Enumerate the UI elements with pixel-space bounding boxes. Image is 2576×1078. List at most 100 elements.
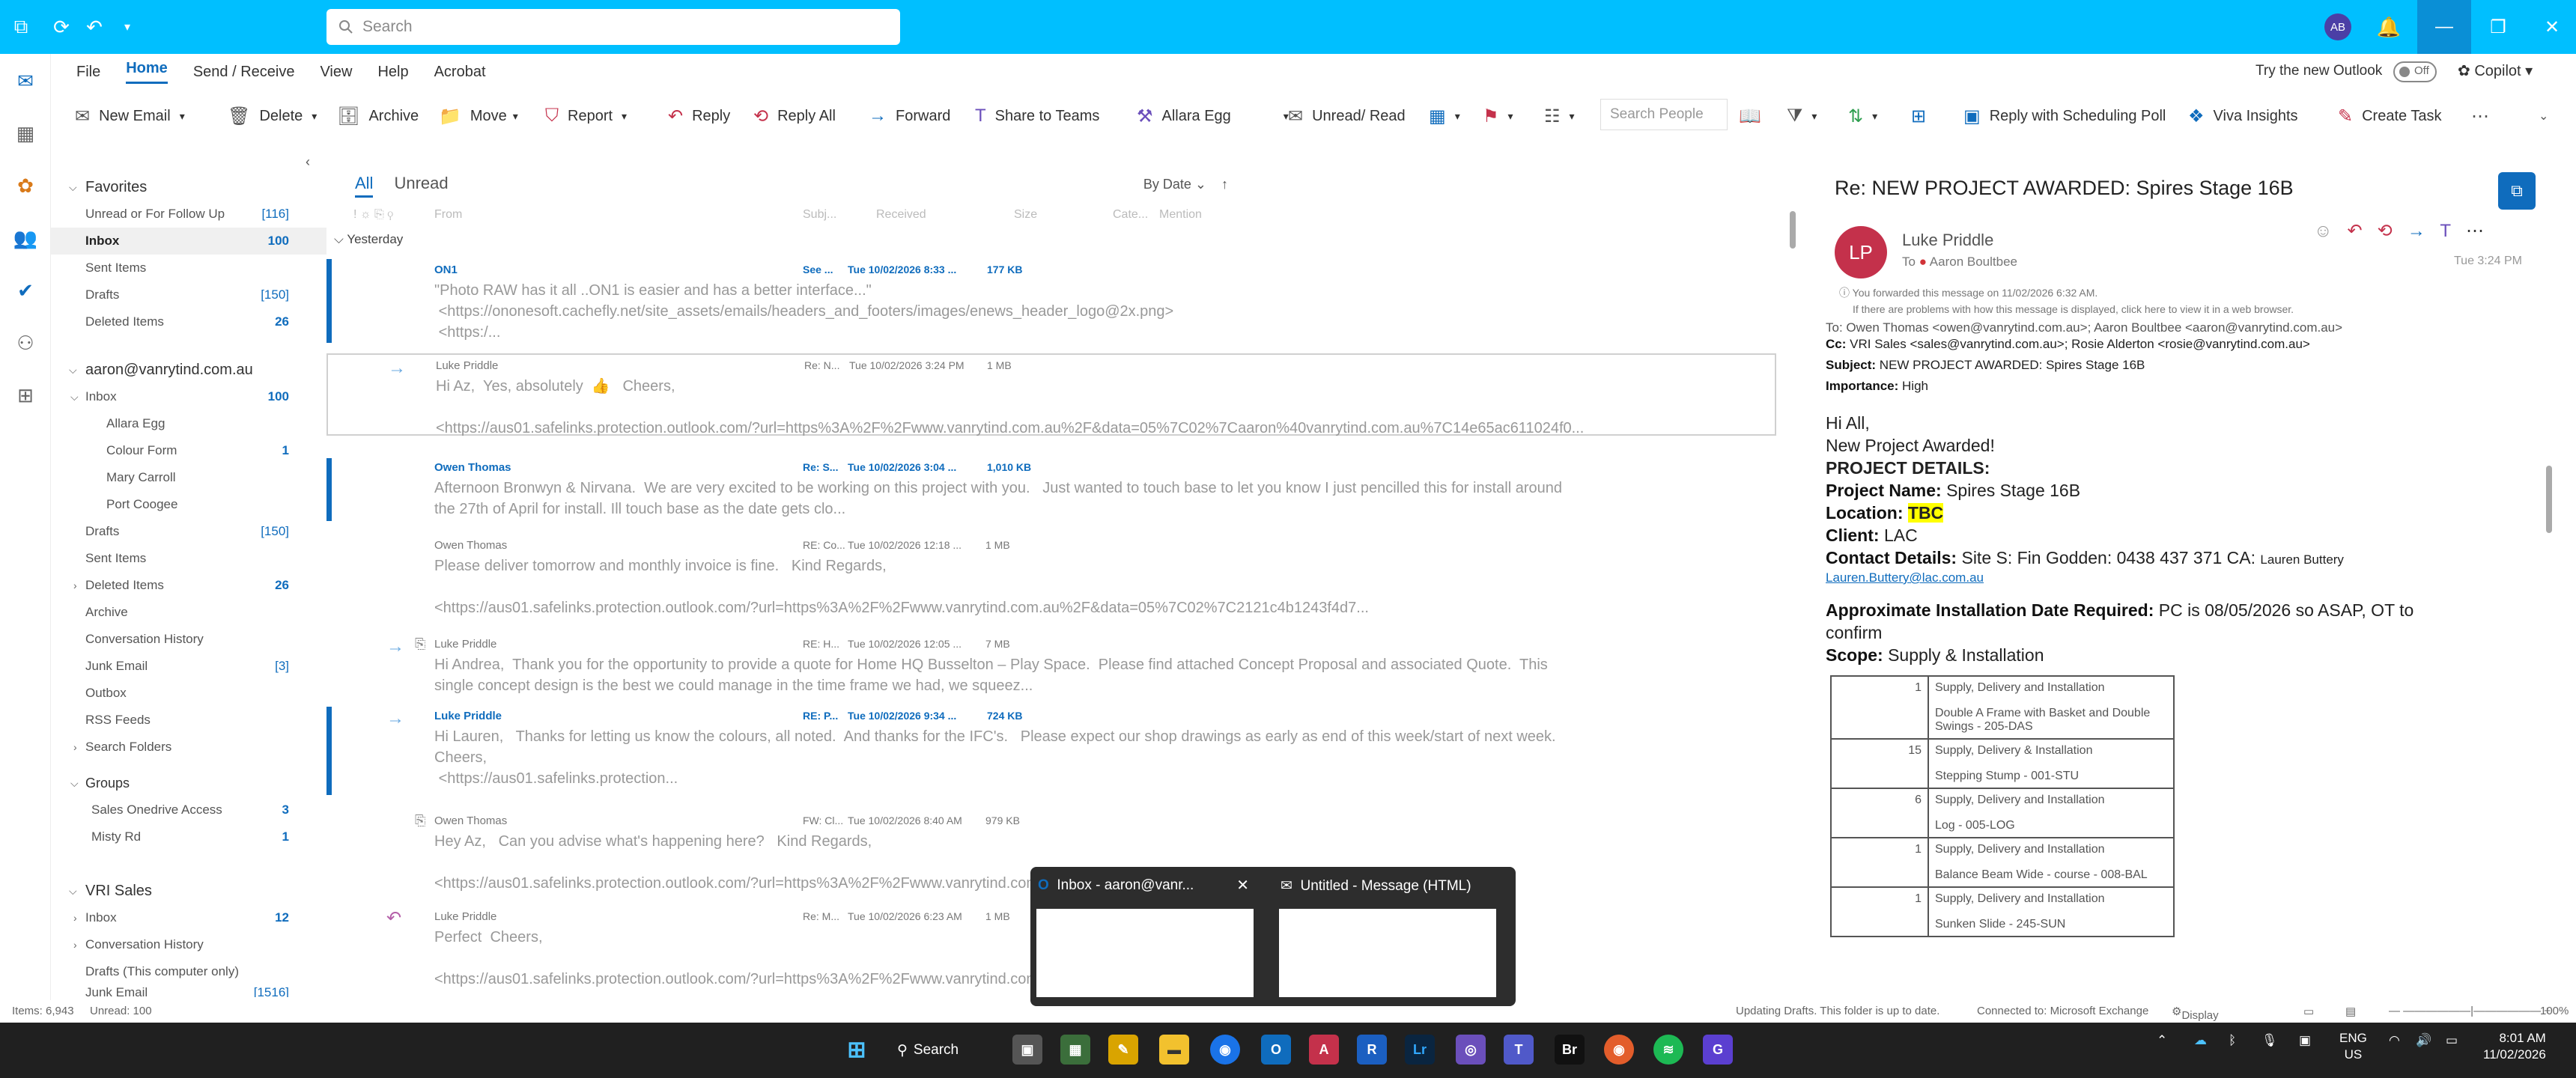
column-from[interactable]: From bbox=[434, 208, 462, 222]
rules-button[interactable]: ☷ ▾ bbox=[1544, 97, 1575, 135]
folder-sent-favorite[interactable]: Sent Items bbox=[51, 255, 326, 281]
column-received[interactable]: Received bbox=[876, 208, 926, 222]
language-indicator[interactable]: ENG US bbox=[2339, 1030, 2367, 1063]
close-button[interactable]: ✕ bbox=[2525, 0, 2576, 54]
create-task-button[interactable]: ✎ Create Task bbox=[2338, 97, 2441, 135]
lightroom-icon[interactable]: Lr bbox=[1405, 1035, 1435, 1065]
people-icon[interactable]: 👥 bbox=[10, 223, 40, 253]
customize-qat-icon[interactable]: ▾ bbox=[114, 13, 141, 40]
teams-icon[interactable]: T bbox=[2440, 221, 2451, 241]
vri-junk[interactable]: Junk Email [1516] bbox=[51, 982, 326, 997]
column-categories[interactable]: Cate... bbox=[1113, 208, 1148, 222]
list-item[interactable]: Owen Thomas Re: S... Tue 10/02/2026 3:04… bbox=[326, 458, 1779, 521]
calculator-icon[interactable]: ▦ bbox=[1060, 1035, 1090, 1065]
recipient-name[interactable]: Aaron Boultbee bbox=[1930, 255, 2017, 269]
sender-name[interactable]: Luke Priddle bbox=[1902, 231, 1993, 250]
group-misty-rd[interactable]: Misty Rd 1 bbox=[51, 823, 326, 850]
more-icon[interactable]: ⋯ bbox=[2466, 221, 2484, 241]
display-settings[interactable]: ⚙ Display Settings bbox=[2172, 1005, 2223, 1035]
tab-home[interactable]: Home bbox=[126, 60, 168, 84]
restore-button[interactable]: ❐ bbox=[2471, 0, 2525, 54]
folder-archive[interactable]: Archive bbox=[51, 599, 326, 626]
folder-port-coogee[interactable]: Port Coogee bbox=[51, 491, 326, 518]
folder-conversation-history[interactable]: Conversation History bbox=[51, 626, 326, 653]
start-icon[interactable]: ⊞ bbox=[842, 1035, 872, 1065]
org-explorer-icon[interactable]: ⚇ bbox=[10, 328, 40, 358]
sync-icon[interactable]: ⟳ bbox=[48, 13, 75, 40]
bluetooth-icon[interactable]: ᛒ bbox=[2229, 1033, 2236, 1048]
column-size[interactable]: Size bbox=[1014, 208, 1037, 222]
folder-drafts-favorite[interactable]: Drafts [150] bbox=[51, 281, 326, 308]
undo-icon[interactable]: ↶ bbox=[81, 13, 108, 40]
folder-inbox-favorite[interactable]: Inbox 100 bbox=[51, 228, 326, 255]
search-input[interactable]: Search bbox=[326, 9, 900, 45]
folder-search-folders[interactable]: › Search Folders bbox=[51, 734, 326, 761]
copilot-icon[interactable]: ✿ bbox=[10, 171, 40, 201]
favorites-header[interactable]: ⌵ Favorites bbox=[51, 174, 326, 201]
report-button[interactable]: ⛉ Report ▾ bbox=[545, 97, 627, 135]
group-header[interactable]: ⌵ Yesterday bbox=[334, 232, 403, 247]
folder-mary-carroll[interactable]: Mary Carroll bbox=[51, 464, 326, 491]
vri-inbox[interactable]: › Inbox 12 bbox=[51, 904, 326, 931]
zoom-slider[interactable]: — ——————|—————— + bbox=[2389, 1005, 2551, 1017]
spotify-icon[interactable]: ≋ bbox=[1653, 1035, 1683, 1065]
column-mention[interactable]: Mention bbox=[1159, 208, 1202, 222]
folder-deleted-favorite[interactable]: Deleted Items 26 bbox=[51, 308, 326, 335]
folder-junk[interactable]: Junk Email [3] bbox=[51, 653, 326, 680]
categorize-button[interactable]: ▦ ▾ bbox=[1429, 97, 1460, 135]
teams-icon[interactable]: T bbox=[1504, 1035, 1534, 1065]
vri-sales-header[interactable]: ⌵ VRI Sales bbox=[51, 877, 326, 904]
address-book-button[interactable]: 📖 bbox=[1739, 97, 1770, 135]
folder-rss[interactable]: RSS Feeds bbox=[51, 707, 326, 734]
vri-conversation-history[interactable]: › Conversation History bbox=[51, 931, 326, 958]
list-item[interactable]: ON1 See ... Tue 10/02/2026 8:33 ... 177 … bbox=[326, 259, 1779, 343]
vri-drafts[interactable]: Drafts (This computer only) bbox=[51, 958, 326, 985]
reply-icon[interactable]: ↶ bbox=[2348, 221, 2363, 241]
list-item[interactable]: → Luke Priddle RE: P... Tue 10/02/2026 9… bbox=[326, 707, 1779, 795]
close-icon[interactable]: ✕ bbox=[1236, 876, 1249, 895]
filter-button[interactable]: ⧩ ▾ bbox=[1787, 97, 1817, 135]
ribbon-collapse-button[interactable]: ⌄ bbox=[2539, 97, 2557, 135]
app-g-icon[interactable]: G bbox=[1703, 1035, 1733, 1065]
task-view-icon[interactable]: ▣ bbox=[1012, 1035, 1042, 1065]
list-item[interactable]: Owen Thomas RE: Co... Tue 10/02/2026 12:… bbox=[326, 536, 1779, 618]
flag-button[interactable]: ⚑ ▾ bbox=[1483, 97, 1513, 135]
list-item[interactable]: → ⎘ Luke Priddle RE: H... Tue 10/02/2026… bbox=[326, 635, 1779, 717]
move-button[interactable]: 📁 Move ▾ bbox=[439, 97, 518, 135]
volume-icon[interactable]: 🔊 bbox=[2416, 1033, 2431, 1048]
reply-button[interactable]: ↶ Reply bbox=[668, 97, 730, 135]
search-people-input[interactable]: Search People bbox=[1600, 99, 1728, 130]
contact-email-link[interactable]: Lauren.Buttery@lac.com.au bbox=[1826, 570, 1984, 585]
folder-colour-form[interactable]: Colour Form 1 bbox=[51, 437, 326, 464]
collapse-pane-button[interactable]: ‹ bbox=[51, 148, 326, 175]
app-camera-icon[interactable]: ◎ bbox=[1456, 1035, 1486, 1065]
wifi-icon[interactable]: ◠ bbox=[2389, 1033, 2400, 1048]
account-header[interactable]: ⌵ aaron@vanrytind.com.au bbox=[51, 356, 326, 383]
bell-icon[interactable]: 🔔 bbox=[2375, 13, 2402, 40]
new-email-button[interactable]: ✉ New Email ▾ bbox=[75, 97, 185, 135]
preview-inbox[interactable]: O Inbox - aaron@vanr... ✕ bbox=[1030, 867, 1258, 1006]
calendar-icon[interactable]: ▦ bbox=[10, 118, 40, 148]
apps-button[interactable]: ⊞ bbox=[1911, 97, 1935, 135]
chrome-profile-icon[interactable]: ◉ bbox=[1604, 1035, 1634, 1065]
acrobat-icon[interactable]: A bbox=[1309, 1035, 1339, 1065]
delete-button[interactable]: 🗑 Delete ▾ bbox=[228, 97, 317, 135]
folder-unread-follow-up[interactable]: Unread or For Follow Up [116] bbox=[51, 201, 326, 228]
list-item[interactable]: → Luke Priddle Re: N... Tue 10/02/2026 3… bbox=[326, 353, 1776, 436]
todo-icon[interactable]: ✔ bbox=[10, 275, 40, 305]
quick-step-button[interactable]: ⚒ Allara Egg ▾ bbox=[1137, 97, 1289, 135]
tray-app-icon[interactable]: ▣ bbox=[2299, 1033, 2311, 1048]
onedrive-icon[interactable]: ☁ bbox=[2194, 1033, 2207, 1048]
folder-drafts[interactable]: Drafts [150] bbox=[51, 518, 326, 545]
tab-unread[interactable]: Unread bbox=[394, 174, 448, 192]
copilot-button[interactable]: ✿ Copilot ▾ bbox=[2458, 61, 2533, 80]
reading-view-icon[interactable]: ▤ bbox=[2345, 1005, 2356, 1018]
emoji-icon[interactable]: ☺ bbox=[2314, 221, 2333, 241]
sort-dropdown[interactable]: By Date ⌄ ↑ bbox=[1143, 177, 1228, 192]
tab-help[interactable]: Help bbox=[377, 64, 408, 81]
tray-chevron-icon[interactable]: ⌃ bbox=[2157, 1033, 2167, 1048]
more-options-button[interactable]: ⋯ bbox=[2471, 97, 2498, 135]
tab-acrobat[interactable]: Acrobat bbox=[434, 64, 486, 81]
mail-icon[interactable]: ✉ bbox=[10, 66, 40, 96]
new-outlook-toggle[interactable]: Off bbox=[2393, 61, 2437, 82]
